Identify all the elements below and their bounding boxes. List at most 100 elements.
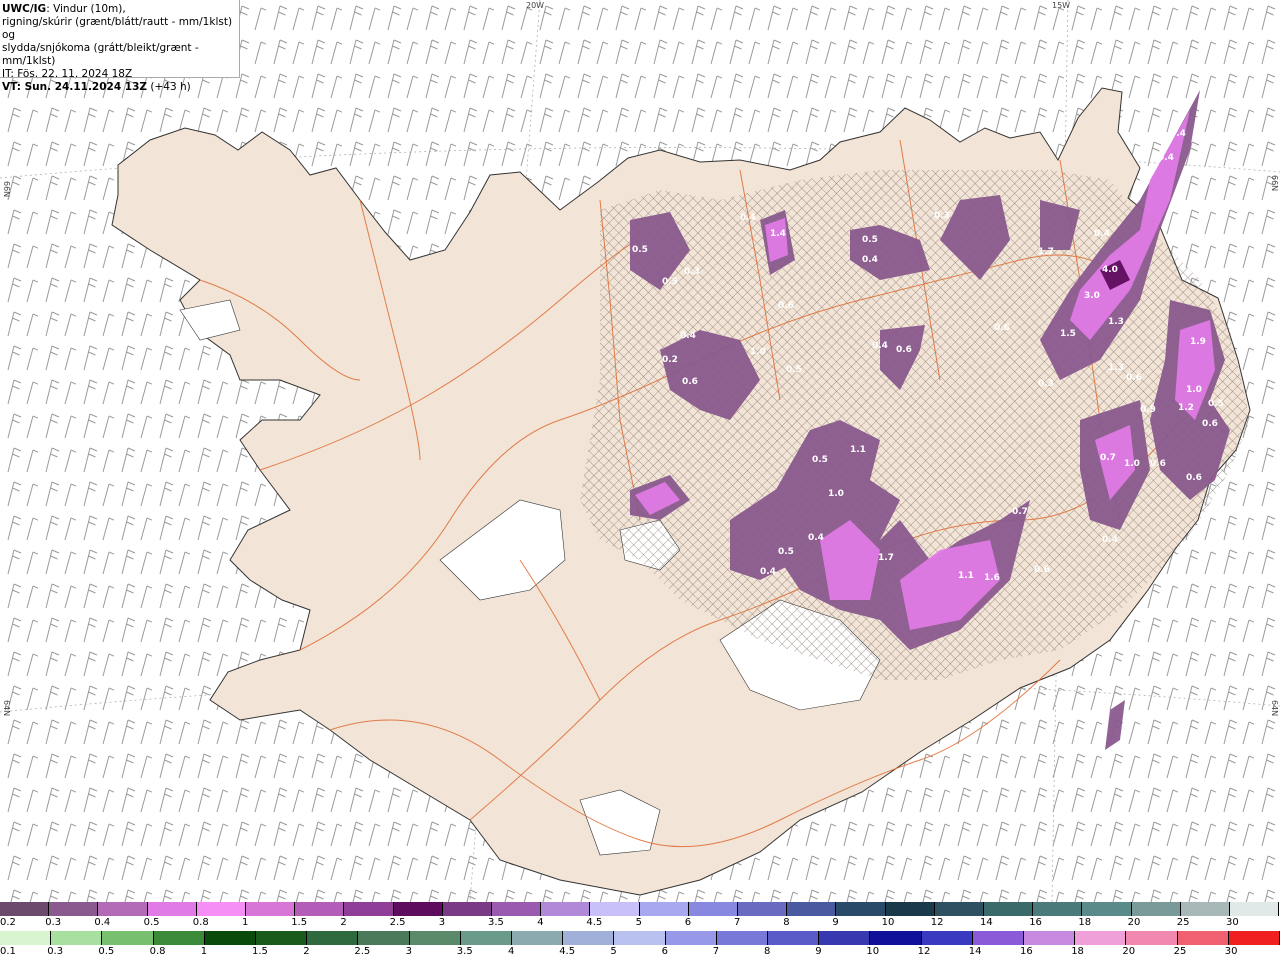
legend-label: 9 [832,917,839,928]
legend-swatch [51,931,103,945]
value-label: 0.5 [632,245,648,255]
legend-rain-labels: 0.1 0.3 0.5 0.8 1 1.5 2 2.5 3 3.5 4 4.5 5 6 7 8 9 10 12 14 1… [0,946,1280,960]
legend-swatch [1024,931,1076,945]
value-label: 0.4 [1094,229,1110,239]
lon-label-20w: 20W [526,1,544,10]
legend-label: 0.5 [143,917,160,928]
legend-swatch [768,931,820,945]
value-label: 0.6 [1202,419,1218,429]
legend-swatch [541,902,591,916]
legend-swatch [1180,902,1230,916]
title-line-3: slydda/snjókoma (grátt/bleikt/grænt - mm… [2,42,199,67]
legend-label: 14 [968,946,982,957]
value-label: 0.6 [1186,473,1202,483]
legend-label: 0.3 [47,946,64,957]
legend-label: 8 [764,946,771,957]
value-label: 0.4 [872,341,888,351]
legend-label: 4.5 [559,946,576,957]
legend-swatch [492,902,542,916]
legend-label: 4 [508,946,515,957]
legend-swatch [972,931,1024,945]
legend-label: 12 [930,917,944,928]
value-label: 0.2 [662,355,678,365]
legend-snow-labels: 0.2 0.3 0.4 0.5 0.8 1 1.5 2 2.5 3 3.5 4 4.5 5 6 7 8 9 10 12… [0,917,1280,931]
legend-swatch [738,902,788,916]
legend-label: 2 [340,917,347,928]
value-label: 0.4 [740,213,756,223]
value-label: 0.5 [1208,399,1224,409]
legend-swatch [836,902,886,916]
value-label: 1.0 [1124,459,1140,469]
legend-label: 14 [980,917,993,928]
legend-label: 4 [537,917,544,928]
legend-label: 1.5 [291,917,308,928]
value-label: 0.4 [1102,535,1118,545]
value-label: 1.2 [1178,403,1194,413]
legend-swatch [1033,902,1083,916]
legend-label: 7 [734,917,741,928]
title-desc: : Vindur (10m), [46,3,126,15]
weather-map: 20W 15W 66N 66N 64N 64N 1.4 0.4 0.5 0.5 … [0,0,1280,902]
value-label: 1.6 [984,573,1000,583]
legend-label: 30 [1224,946,1238,957]
value-label: 1.7 [1038,247,1054,257]
value-label: 1.0 [1186,385,1202,395]
legend-swatch [1082,902,1132,916]
legend-label: 18 [1071,946,1084,957]
legend-swatch [102,931,154,945]
legend-swatch [1075,931,1127,945]
title-line-5: VT: Sun. 24.11.2024 13Z (+43 h) [2,81,239,94]
value-label: 3.0 [1084,291,1100,301]
value-label: 0.4 [1158,153,1174,163]
value-label: 0.5 [662,277,678,287]
legend-swatch [295,902,345,916]
legend-swatch [984,902,1034,916]
value-label: 1.1 [958,571,974,581]
lon-label-15w: 15W [1052,1,1070,10]
legend-label: 25 [1176,917,1190,928]
legend-label: 25 [1173,946,1187,957]
legend-swatch [49,902,99,916]
legend-swatch [358,931,410,945]
legend-swatch [256,931,308,945]
legend-label: 0.3 [45,917,62,928]
legend-label: 3 [438,917,446,928]
value-label: 0.4 [680,331,696,341]
product-name: UWC/IG [2,3,47,15]
lat-label-64n-right: 64N [1270,700,1279,716]
value-label: 0.6 [778,301,794,311]
legend-label: 7 [712,946,720,957]
lat-label-66n-left: 66N [2,181,11,197]
legend-swatch [442,902,492,916]
value-label: 0.5 [812,455,828,465]
title-line-1: UWC/IG: Vindur (10m), [2,3,239,16]
legend-label: 2.5 [389,917,406,928]
legend-swatch [688,902,738,916]
legend-label: 0.8 [192,917,209,928]
legend-label: 30 [1226,917,1239,928]
legend-swatch [787,902,837,916]
value-label: 0.5 [862,235,878,245]
legend-swatch [204,931,256,945]
legend-label: 3.5 [488,917,504,928]
value-label: 1.5 [1060,329,1076,339]
legend-label: 20 [1127,917,1141,928]
legend-swatch [1131,902,1181,916]
value-label: 0.6 [1126,373,1142,383]
legend-label: 0.5 [98,946,115,957]
value-label: 0.7 [1012,507,1028,517]
title-line-2: rigning/skúrir (grænt/blátt/rautt - mm/1… [2,16,233,41]
value-label: 0.3 [1038,379,1054,389]
value-label: 0.6 [896,345,912,355]
value-label: 4.0 [1102,265,1118,275]
legend-swatch [393,902,443,916]
legend-label: 5 [635,917,642,928]
value-label: 0.5 [778,547,794,557]
legend-swatch [819,931,871,945]
value-label: 1.9 [1190,337,1206,347]
value-label: 0.5 [786,365,802,375]
value-label: 0.3 [934,211,950,221]
legend-swatch [0,902,50,916]
value-label: 1.7 [878,553,894,563]
value-label: 0.6 [1150,459,1166,469]
